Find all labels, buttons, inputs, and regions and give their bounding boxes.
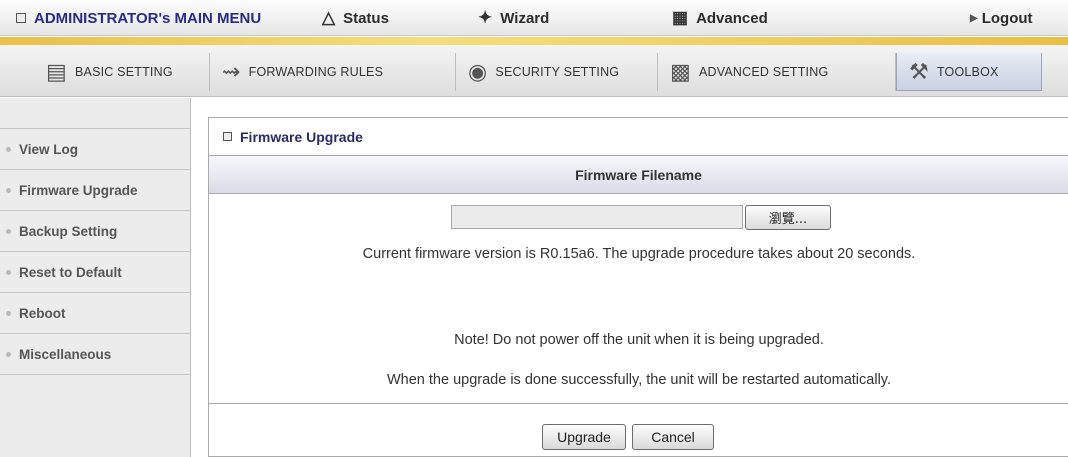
sidebar-item-reboot[interactable]: Reboot — [0, 293, 190, 334]
firmware-version-text: Current firmware version is R0.15a6. The… — [362, 246, 916, 262]
router-icon: ▩ — [670, 59, 691, 84]
folder-icon: ▤ — [46, 59, 67, 84]
logout-label: Logout — [981, 9, 1033, 27]
firmware-file-input[interactable] — [451, 205, 743, 229]
tab-forwarding-rules[interactable]: ⇝ FORWARDING RULES — [210, 53, 456, 91]
wizard-icon: ✦ — [478, 8, 493, 27]
arrows-icon: ⇝ — [222, 59, 241, 84]
bullet-icon — [6, 146, 11, 152]
sidebar-item-reset-to-default[interactable]: Reset to Default — [0, 252, 190, 293]
top-menu-bar: ADMINISTRATOR's MAIN MENU △ Status ✦ Wiz… — [0, 0, 1068, 36]
tab-label: TOOLBOX — [936, 64, 999, 79]
power-warning-text: Note! Do not power off the unit when it … — [454, 332, 824, 348]
advanced-icon: ▦ — [672, 8, 689, 27]
sidebar-item-backup-setting[interactable]: Backup Setting — [0, 211, 190, 252]
sidebar-item-miscellaneous[interactable]: Miscellaneous — [0, 334, 190, 375]
bullet-icon — [6, 269, 11, 275]
admin-menu-label: ADMINISTRATOR's MAIN MENU — [34, 9, 262, 27]
section-header: Firmware Filename — [209, 156, 1068, 194]
sidebar-spacer — [0, 98, 190, 129]
square-icon — [16, 13, 26, 23]
sidebar-item-label: Firmware Upgrade — [19, 182, 138, 198]
bullet-icon — [6, 187, 11, 193]
status-link[interactable]: △ Status — [322, 0, 389, 36]
sidebar-item-label: Miscellaneous — [19, 346, 112, 362]
panel-title-text: Firmware Upgrade — [240, 128, 363, 145]
tab-label: BASIC SETTING — [75, 65, 173, 79]
advanced-label: Advanced — [696, 9, 768, 27]
file-chooser-row: 瀏覽... — [209, 204, 1068, 232]
sidebar: View Log Firmware Upgrade Backup Setting… — [0, 98, 191, 457]
bullet-icon — [6, 228, 11, 234]
status-label: Status — [343, 9, 389, 27]
tab-advanced-setting[interactable]: ▩ ADVANCED SETTING — [658, 53, 896, 91]
square-icon — [223, 132, 232, 141]
sidebar-item-firmware-upgrade[interactable]: Firmware Upgrade — [0, 170, 190, 211]
toolbox-icon: ⚒ — [909, 58, 929, 84]
logout-link[interactable]: ▶ Logout — [970, 0, 1033, 36]
panel-title: Firmware Upgrade — [209, 118, 1068, 156]
sidebar-item-label: View Log — [19, 141, 79, 157]
bullet-icon — [6, 310, 11, 316]
browse-button[interactable]: 瀏覽... — [745, 205, 831, 230]
settings-tab-bar: ▤ BASIC SETTING ⇝ FORWARDING RULES ◉ SEC… — [0, 45, 1068, 97]
tab-security-setting[interactable]: ◉ SECURITY SETTING — [456, 53, 658, 91]
gold-divider — [0, 37, 1068, 45]
wizard-link[interactable]: ✦ Wizard — [478, 0, 549, 36]
tab-label: ADVANCED SETTING — [699, 65, 829, 79]
sidebar-item-view-log[interactable]: View Log — [0, 129, 190, 170]
firmware-upgrade-panel: Firmware Upgrade Firmware Filename 瀏覽...… — [208, 117, 1068, 457]
wizard-label: Wizard — [500, 9, 550, 27]
chevron-right-icon: ▶ — [970, 12, 978, 24]
advanced-link[interactable]: ▦ Advanced — [672, 0, 768, 36]
sidebar-item-label: Reset to Default — [19, 264, 122, 280]
divider — [209, 403, 1068, 404]
tab-label: FORWARDING RULES — [248, 65, 384, 79]
restart-info-text: When the upgrade is done successfully, t… — [386, 372, 891, 388]
sidebar-item-label: Reboot — [19, 305, 66, 321]
eye-icon: ◉ — [468, 59, 488, 84]
tab-basic-setting[interactable]: ▤ BASIC SETTING — [0, 53, 210, 91]
sidebar-item-label: Backup Setting — [19, 223, 118, 239]
cancel-button[interactable]: Cancel — [632, 424, 714, 450]
admin-main-menu[interactable]: ADMINISTRATOR's MAIN MENU — [16, 0, 261, 36]
bullet-icon — [6, 351, 11, 357]
status-icon: △ — [322, 8, 336, 27]
tab-label: SECURITY SETTING — [495, 65, 620, 79]
upgrade-button[interactable]: Upgrade — [542, 424, 626, 450]
tab-toolbox[interactable]: ⚒ TOOLBOX — [896, 53, 1042, 91]
